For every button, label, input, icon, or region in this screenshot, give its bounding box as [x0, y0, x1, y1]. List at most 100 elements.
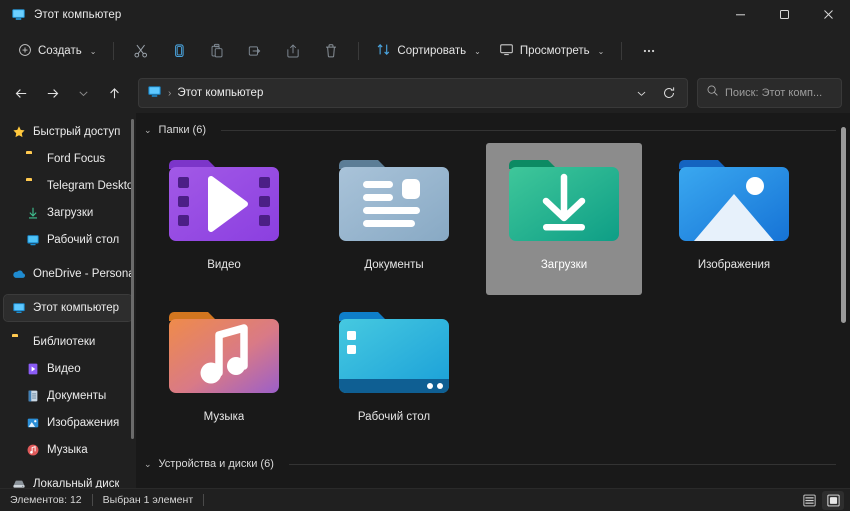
- rename-icon[interactable]: [237, 36, 273, 66]
- folder-item-downloads[interactable]: Загрузки: [486, 143, 642, 295]
- this-pc-icon: [12, 301, 26, 315]
- up-arrow-icon[interactable]: [99, 78, 129, 108]
- chevron-down-icon[interactable]: [627, 80, 655, 106]
- cut-icon[interactable]: [123, 36, 159, 66]
- documents-lib-icon: [26, 389, 40, 403]
- forward-arrow-icon[interactable]: [37, 78, 67, 108]
- star-icon: [12, 125, 26, 139]
- maximize-button[interactable]: [762, 0, 806, 29]
- chevron-down-icon[interactable]: ⌄: [144, 125, 152, 136]
- folder-item-documents[interactable]: Документы: [316, 143, 472, 295]
- sidebar-item-label: Быстрый доступ: [33, 126, 121, 138]
- sort-button-label: Сортировать: [397, 45, 467, 57]
- folder-label: Загрузки: [540, 259, 588, 271]
- folder-icon: [26, 179, 40, 193]
- command-bar: Создать ⌄ Сортировать ⌄ Просмотреть ⌄: [0, 29, 850, 73]
- folder-icon-wrap: [165, 303, 283, 401]
- sort-button[interactable]: Сортировать ⌄: [368, 36, 488, 66]
- sidebar-item-local-disk-1[interactable]: Локальный диск: [4, 471, 132, 488]
- sidebar-item-downloads[interactable]: Загрузки: [4, 200, 132, 226]
- sort-icon: [376, 42, 391, 60]
- downloads-folder-icon: [506, 155, 622, 245]
- pictures-folder-icon: [676, 155, 792, 245]
- close-button[interactable]: [806, 0, 850, 29]
- file-list-pane[interactable]: ⌄ Папки (6) Видео Документы Загрузки Изо…: [136, 113, 850, 488]
- sidebar-item-documents[interactable]: Документы: [4, 383, 132, 409]
- view-button-label: Просмотреть: [519, 45, 590, 57]
- copy-icon[interactable]: [161, 36, 197, 66]
- folder-item-desktop[interactable]: Рабочий стол: [316, 295, 472, 447]
- item-count-label: Элементов: 12: [10, 494, 82, 506]
- this-pc-icon: [11, 7, 26, 22]
- folder-icon-wrap: [335, 303, 453, 401]
- sidebar-scrollbar[interactable]: [131, 119, 134, 439]
- sidebar-item-label: Видео: [47, 363, 81, 375]
- sidebar-item-label: Библиотеки: [33, 336, 96, 348]
- group-header-devices[interactable]: ⌄ Устройства и диски (6): [136, 453, 850, 475]
- refresh-icon[interactable]: [655, 80, 683, 106]
- breadcrumb[interactable]: › Этот компьютер: [147, 84, 263, 102]
- video-lib-icon: [26, 362, 40, 376]
- documents-folder-icon: [336, 155, 452, 245]
- main-body: Быстрый доступ Ford Focus Telegram Deskt…: [0, 113, 850, 488]
- sidebar-item-label: Изображения: [47, 417, 120, 429]
- window-title: Этот компьютер: [34, 8, 122, 21]
- sidebar-item-label: Telegram Desktop: [47, 180, 132, 192]
- sidebar-item-music[interactable]: Музыка: [4, 437, 132, 463]
- pictures-lib-icon: [26, 416, 40, 430]
- address-field[interactable]: › Этот компьютер: [138, 78, 688, 108]
- navigation-pane[interactable]: Быстрый доступ Ford Focus Telegram Deskt…: [0, 113, 136, 488]
- sidebar-item-label: OneDrive - Personal: [33, 268, 132, 280]
- download-icon: [26, 206, 40, 220]
- selection-label: Выбран 1 элемент: [102, 494, 194, 506]
- list-view-icon[interactable]: [798, 491, 820, 510]
- search-input[interactable]: Поиск: Этот комп...: [697, 78, 842, 108]
- window-controls: [718, 0, 850, 29]
- folder-item-video[interactable]: Видео: [146, 143, 302, 295]
- sidebar-item-telegram-desktop[interactable]: Telegram Desktop: [4, 173, 132, 199]
- new-button[interactable]: Создать ⌄: [10, 36, 104, 66]
- recent-locations-icon[interactable]: [68, 78, 98, 108]
- chevron-down-icon: ⌄: [597, 46, 605, 56]
- back-arrow-icon[interactable]: [6, 78, 36, 108]
- folder-icon-wrap: [675, 151, 793, 249]
- folder-item-pictures[interactable]: Изображения: [656, 143, 812, 295]
- share-icon[interactable]: [275, 36, 311, 66]
- delete-icon[interactable]: [313, 36, 349, 66]
- folder-label: Музыка: [203, 411, 245, 423]
- minimize-button[interactable]: [718, 0, 762, 29]
- plus-circle-icon: [18, 43, 32, 60]
- sidebar-item-this-pc[interactable]: Этот компьютер: [3, 294, 133, 322]
- desktop-folder-icon: [336, 307, 452, 397]
- breadcrumb-label: Этот компьютер: [177, 87, 264, 99]
- chevron-down-icon: ⌄: [474, 46, 481, 56]
- group-header-folders[interactable]: ⌄ Папки (6): [136, 119, 850, 141]
- sidebar-item-libraries[interactable]: Библиотеки: [4, 329, 132, 355]
- title-bar-left: Этот компьютер: [0, 7, 121, 22]
- folder-label: Изображения: [697, 259, 771, 271]
- sidebar-item-videos[interactable]: Видео: [4, 356, 132, 382]
- sidebar-item-pictures[interactable]: Изображения: [4, 410, 132, 436]
- more-options-button[interactable]: [631, 36, 667, 66]
- sidebar-item-desktop[interactable]: Рабочий стол: [4, 227, 132, 253]
- sidebar-item-ford-focus[interactable]: Ford Focus: [4, 146, 132, 172]
- large-icons-view-icon[interactable]: [822, 490, 844, 510]
- folder-icon-wrap: [505, 151, 623, 249]
- group-divider: [220, 129, 836, 131]
- folder-item-music[interactable]: Музыка: [146, 295, 302, 447]
- new-button-label: Создать: [38, 45, 82, 57]
- sidebar-item-label: Документы: [47, 390, 107, 402]
- chevron-down-icon: ⌄: [89, 46, 97, 56]
- sidebar-item-onedrive[interactable]: OneDrive - Personal: [4, 261, 132, 287]
- view-button[interactable]: Просмотреть ⌄: [491, 36, 613, 66]
- content-scrollbar[interactable]: [841, 127, 846, 323]
- sidebar-item-quick-access[interactable]: Быстрый доступ: [4, 119, 132, 145]
- sidebar-item-label: Загрузки: [47, 207, 94, 219]
- chevron-down-icon[interactable]: ⌄: [144, 459, 152, 470]
- paste-icon[interactable]: [199, 36, 235, 66]
- search-icon: [706, 84, 719, 102]
- sidebar-item-label: Музыка: [47, 444, 88, 456]
- group-divider: [288, 463, 836, 465]
